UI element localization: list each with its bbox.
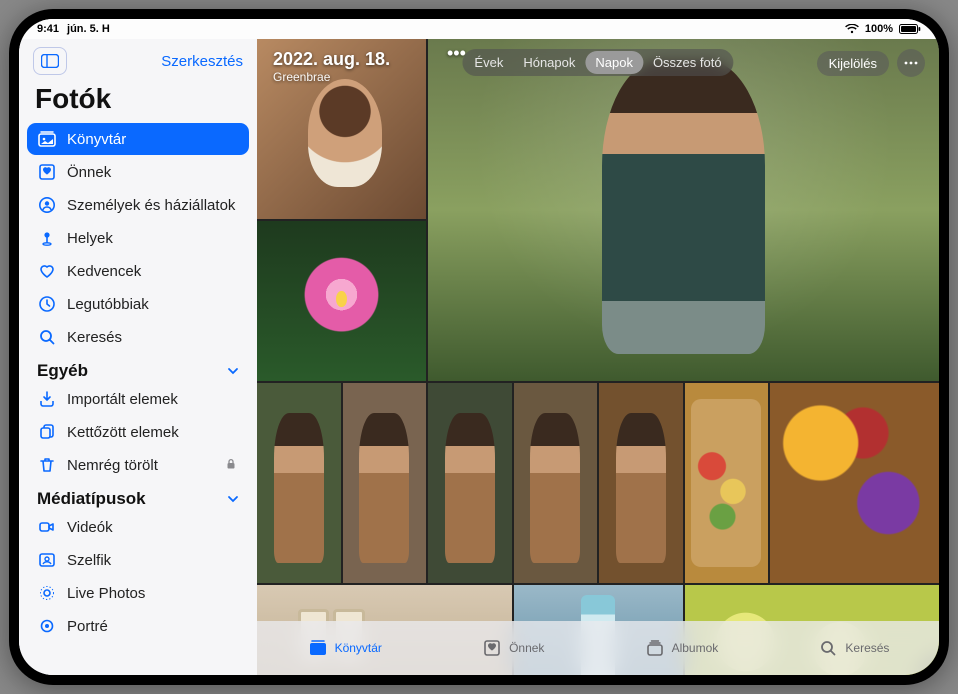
tab-library[interactable]: Könyvtár	[307, 639, 382, 657]
tab-for-you[interactable]: Önnek	[481, 639, 544, 657]
sidebar-toggle-button[interactable]	[33, 47, 67, 75]
status-battery-pct: 100%	[865, 23, 893, 35]
people-icon	[37, 195, 57, 215]
sidebar-item-recently-deleted[interactable]: Nemrég törölt	[27, 449, 249, 481]
pin-icon	[37, 228, 57, 248]
sidebar-item-imports[interactable]: Importált elemek	[27, 383, 249, 415]
sidebar-item-live-photos[interactable]: Live Photos	[27, 577, 249, 609]
search-icon	[817, 639, 839, 657]
sidebar-item-search[interactable]: Keresés	[27, 321, 249, 353]
sidebar-section-media[interactable]: Médiatípusok	[27, 481, 249, 511]
import-icon	[37, 389, 57, 409]
sidebar-item-label: Önnek	[67, 164, 111, 181]
date-overlay[interactable]: 2022. aug. 18. Greenbrae	[273, 49, 390, 84]
sidebar-item-label: Nemrég törölt	[67, 457, 158, 474]
header-location: Greenbrae	[273, 70, 390, 84]
sidebar-item-label: Könyvtár	[67, 131, 126, 148]
photo-tile[interactable]	[599, 383, 683, 583]
sidebar-item-label: Kedvencek	[67, 263, 141, 280]
photo-tile[interactable]	[428, 39, 939, 381]
photo-tile[interactable]	[257, 221, 426, 381]
header-date: 2022. aug. 18.	[273, 49, 390, 70]
status-date: jún. 5. H	[67, 23, 110, 35]
screen: 9:41 jún. 5. H 100% Szerke	[19, 19, 939, 675]
content: Szerkesztés Fotók Könyvtár Önnek Személy…	[19, 39, 939, 675]
sidebar-item-for-you[interactable]: Önnek	[27, 156, 249, 188]
app-title: Fotók	[27, 81, 249, 123]
sidebar-item-duplicates[interactable]: Kettőzött elemek	[27, 416, 249, 448]
sidebar-item-label: Videók	[67, 519, 113, 536]
sidebar-item-selfies[interactable]: Szelfik	[27, 544, 249, 576]
tab-label: Könyvtár	[335, 641, 382, 655]
sidebar-item-label: Szelfik	[67, 552, 111, 569]
status-bar: 9:41 jún. 5. H 100%	[19, 19, 939, 39]
heart-icon	[37, 261, 57, 281]
tab-label: Keresés	[845, 641, 889, 655]
nav-other: Importált elemek Kettőzött elemek Nemrég…	[27, 383, 249, 481]
ipad-frame: 9:41 jún. 5. H 100% Szerke	[9, 9, 949, 685]
photo-grid	[257, 39, 939, 675]
sidebar-item-label: Személyek és háziállatok	[67, 197, 235, 214]
more-menu-button[interactable]	[897, 49, 925, 77]
sidebar-item-label: Helyek	[67, 230, 113, 247]
nav-media: Videók Szelfik Live Photos Portré	[27, 511, 249, 642]
nav-main: Könyvtár Önnek Személyek és háziállatok …	[27, 123, 249, 353]
search-icon	[37, 327, 57, 347]
library-icon	[37, 129, 57, 149]
library-icon	[307, 639, 329, 657]
lock-icon	[225, 458, 239, 472]
sidebar-item-label: Keresés	[67, 329, 122, 346]
wifi-icon	[845, 24, 859, 34]
portrait-icon	[37, 616, 57, 636]
sidebar-item-label: Legutóbbiak	[67, 296, 149, 313]
photo-tile[interactable]	[685, 383, 769, 583]
segment-days[interactable]: Napok	[585, 51, 643, 74]
foryou-icon	[37, 162, 57, 182]
tab-label: Albumok	[672, 641, 719, 655]
sidebar-item-places[interactable]: Helyek	[27, 222, 249, 254]
tab-albums[interactable]: Albumok	[644, 639, 719, 657]
foryou-icon	[481, 639, 503, 657]
duplicate-icon	[37, 422, 57, 442]
tab-search[interactable]: Keresés	[817, 639, 889, 657]
albums-icon	[644, 639, 666, 657]
photo-tile[interactable]	[343, 383, 427, 583]
sidebar-item-favorites[interactable]: Kedvencek	[27, 255, 249, 287]
photo-tile[interactable]	[770, 383, 939, 583]
sidebar-item-library[interactable]: Könyvtár	[27, 123, 249, 155]
bottom-tab-bar: Könyvtár Önnek Albumok Keresés	[257, 621, 939, 675]
sidebar: Szerkesztés Fotók Könyvtár Önnek Személy…	[19, 39, 257, 675]
tab-label: Önnek	[509, 641, 544, 655]
chevron-down-icon	[227, 493, 239, 505]
video-icon	[37, 517, 57, 537]
sidebar-item-label: Importált elemek	[67, 391, 178, 408]
view-segmented-control: Évek Hónapok Napok Összes fotó	[462, 49, 733, 76]
sidebar-item-people-pets[interactable]: Személyek és háziállatok	[27, 189, 249, 221]
sidebar-item-recents[interactable]: Legutóbbiak	[27, 288, 249, 320]
live-icon	[37, 583, 57, 603]
sidebar-item-label: Kettőzött elemek	[67, 424, 179, 441]
selfie-icon	[37, 550, 57, 570]
segment-months[interactable]: Hónapok	[513, 51, 585, 74]
sidebar-item-label: Live Photos	[67, 585, 145, 602]
segment-all[interactable]: Összes fotó	[643, 51, 732, 74]
sidebar-edit-button[interactable]: Szerkesztés	[161, 53, 243, 70]
segment-years[interactable]: Évek	[464, 51, 513, 74]
chevron-down-icon	[227, 365, 239, 377]
select-button[interactable]: Kijelölés	[817, 51, 889, 76]
status-time: 9:41	[37, 23, 59, 35]
main-photo-grid[interactable]: ••• 2022. aug. 18. Greenbrae Évek Hónapo…	[257, 39, 939, 675]
sidebar-item-videos[interactable]: Videók	[27, 511, 249, 543]
clock-icon	[37, 294, 57, 314]
sidebar-section-other[interactable]: Egyéb	[27, 353, 249, 383]
battery-icon	[899, 24, 921, 34]
trash-icon	[37, 455, 57, 475]
photo-tile[interactable]	[514, 383, 598, 583]
photo-tile[interactable]	[257, 383, 341, 583]
photo-tile[interactable]	[428, 383, 512, 583]
sidebar-item-portrait[interactable]: Portré	[27, 610, 249, 642]
sidebar-item-label: Portré	[67, 618, 108, 635]
